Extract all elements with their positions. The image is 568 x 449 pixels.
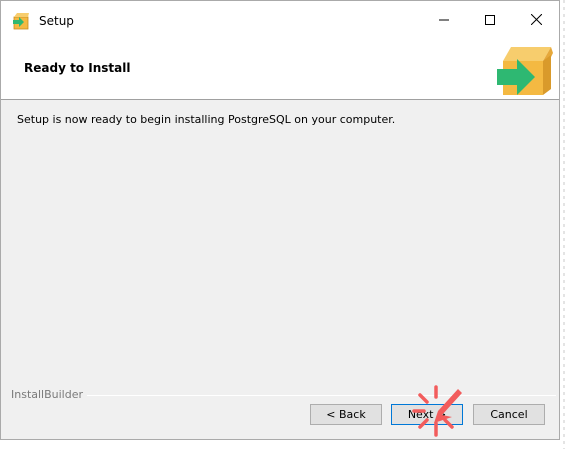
window-title: Setup xyxy=(39,14,74,28)
page-title: Ready to Install xyxy=(24,61,131,75)
minimize-icon xyxy=(439,15,449,28)
setup-window: Setup Ready to Install Setup is now read… xyxy=(0,0,560,440)
close-icon xyxy=(530,13,542,28)
installbuilder-label: InstallBuilder xyxy=(11,388,88,401)
separator-line xyxy=(81,395,556,396)
box-arrow-icon xyxy=(495,41,555,97)
ready-message: Setup is now ready to begin installing P… xyxy=(17,113,396,126)
back-button[interactable]: < Back xyxy=(310,404,382,425)
maximize-icon xyxy=(485,14,495,28)
next-button[interactable]: Next > xyxy=(391,404,463,425)
title-bar[interactable]: Setup xyxy=(1,1,559,41)
wizard-content: Setup is now ready to begin installing P… xyxy=(1,101,559,391)
wizard-header: Ready to Install xyxy=(1,41,559,100)
background-edge xyxy=(563,0,565,449)
installbuilder-separator: InstallBuilder xyxy=(1,388,559,402)
setup-app-icon xyxy=(11,11,31,31)
minimize-button[interactable] xyxy=(421,1,467,41)
maximize-button[interactable] xyxy=(467,1,513,41)
close-button[interactable] xyxy=(513,1,559,41)
cancel-button[interactable]: Cancel xyxy=(473,404,545,425)
